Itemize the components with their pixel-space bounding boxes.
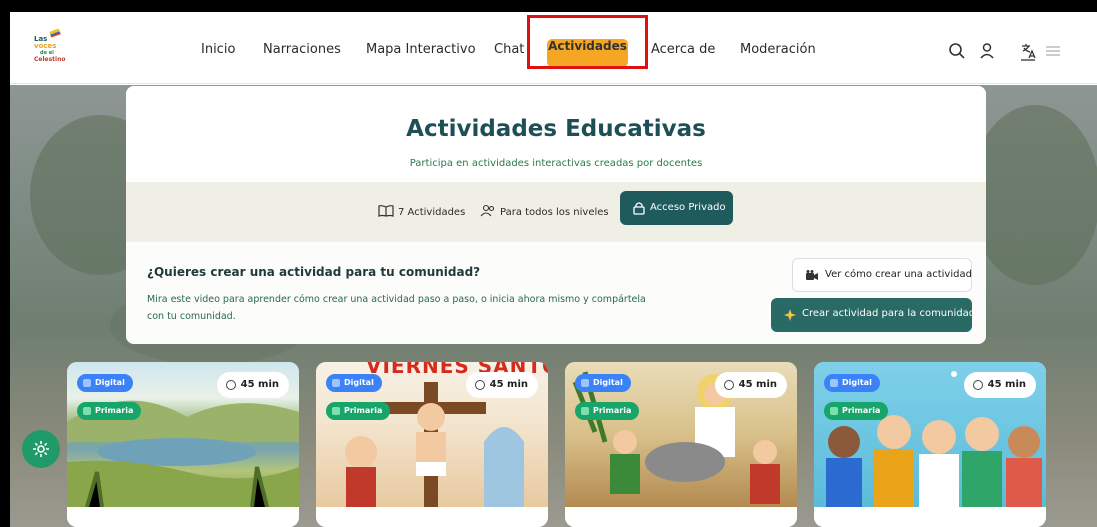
nav-item-narraciones[interactable]: Narraciones (263, 42, 341, 57)
translate-icon[interactable] (1018, 41, 1038, 61)
level-icon (332, 407, 340, 415)
nav-item-mapa-interactivo[interactable]: Mapa Interactivo (366, 42, 476, 57)
level-badge: Primaria (575, 402, 640, 420)
logo-text-4: Celestino (34, 56, 66, 63)
level-label: Primaria (344, 406, 383, 415)
format-label: Digital (842, 378, 872, 387)
book-icon (378, 205, 394, 217)
format-badge: Digital (326, 374, 382, 392)
nav-item-acerca-de[interactable]: Acerca de (651, 42, 715, 57)
private-access-button[interactable]: Acceso Privado (620, 191, 733, 225)
level-label: Primaria (593, 406, 632, 415)
cta-title: ¿Quieres crear una actividad para tu com… (147, 265, 481, 279)
create-activity-label: Crear actividad para la comunidad (802, 308, 976, 319)
site-logo[interactable]: Las voces de el Celestino (32, 28, 68, 70)
duration-label: 45 min (489, 379, 528, 390)
card-footer (316, 507, 548, 527)
duration-badge: 45 min (963, 372, 1036, 398)
duration-badge: 45 min (714, 372, 787, 398)
duration-label: 45 min (987, 379, 1026, 390)
level-label: Primaria (95, 406, 134, 415)
duration-badge: 45 min (465, 372, 538, 398)
activities-count-label: 7 Actividades (398, 207, 466, 218)
logo-text-2: voces (34, 42, 57, 50)
level-icon (581, 407, 589, 415)
user-icon[interactable] (977, 41, 997, 61)
activity-card[interactable]: Digital Primaria 45 min (814, 362, 1046, 527)
monitor-icon (332, 379, 340, 387)
private-access-label: Acceso Privado (650, 202, 726, 213)
lock-icon (633, 202, 645, 215)
activities-header-card: Actividades Educativas Participa en acti… (126, 86, 986, 344)
highlight-box (527, 15, 648, 69)
sparkle-icon (784, 309, 796, 321)
levels-info: Para todos los niveles (480, 204, 609, 218)
nav-item-inicio[interactable]: Inicio (201, 42, 235, 57)
nav-item-moderacion[interactable]: Moderación (740, 42, 816, 57)
menu-icon[interactable] (1043, 41, 1063, 61)
duration-badge: 45 min (216, 372, 289, 398)
card-footer (67, 507, 299, 527)
duration-label: 45 min (240, 379, 279, 390)
activities-count: 7 Actividades (378, 204, 465, 218)
format-label: Digital (344, 378, 374, 387)
format-label: Digital (95, 378, 125, 387)
monitor-icon (83, 379, 91, 387)
clock-icon (723, 380, 734, 390)
format-label: Digital (593, 378, 623, 387)
format-badge: Digital (77, 374, 133, 392)
screen-top-border (0, 0, 1097, 12)
watch-tutorial-button[interactable]: Ver cómo crear una actividad (792, 258, 972, 292)
gear-icon (33, 441, 49, 457)
clock-icon (474, 380, 485, 390)
level-badge: Primaria (824, 402, 889, 420)
nav-item-chat[interactable]: Chat (494, 42, 524, 57)
activity-card[interactable]: Digital Primaria 45 min (67, 362, 299, 527)
logo-flag-icon (49, 28, 61, 38)
clock-icon (225, 380, 236, 390)
level-icon (830, 407, 838, 415)
format-badge: Digital (575, 374, 631, 392)
page-subtitle: Participa en actividades interactivas cr… (409, 158, 703, 169)
level-label: Primaria (842, 406, 881, 415)
video-camera-icon (806, 270, 818, 280)
cta-description: Mira este video para aprender cómo crear… (147, 294, 646, 322)
monitor-icon (830, 379, 838, 387)
users-icon (480, 204, 495, 217)
activity-card[interactable]: VIERNES SANTO Digital Primaria 45 min (316, 362, 548, 527)
level-icon (83, 407, 91, 415)
screen-left-border (0, 0, 10, 527)
page-title: Actividades Educativas (406, 116, 706, 142)
format-badge: Digital (824, 374, 880, 392)
search-icon[interactable] (947, 41, 967, 61)
activity-card[interactable]: Digital Primaria 45 min (565, 362, 797, 527)
card-footer (565, 507, 797, 527)
clock-icon (972, 380, 983, 390)
levels-label: Para todos los niveles (500, 207, 609, 218)
level-badge: Primaria (77, 402, 142, 420)
create-activity-button[interactable]: Crear actividad para la comunidad (771, 298, 976, 332)
card-footer (814, 507, 1046, 527)
level-badge: Primaria (326, 402, 391, 420)
watch-tutorial-label: Ver cómo crear una actividad (825, 269, 972, 280)
monitor-icon (581, 379, 589, 387)
accessibility-settings-button[interactable] (22, 430, 60, 468)
duration-label: 45 min (738, 379, 777, 390)
